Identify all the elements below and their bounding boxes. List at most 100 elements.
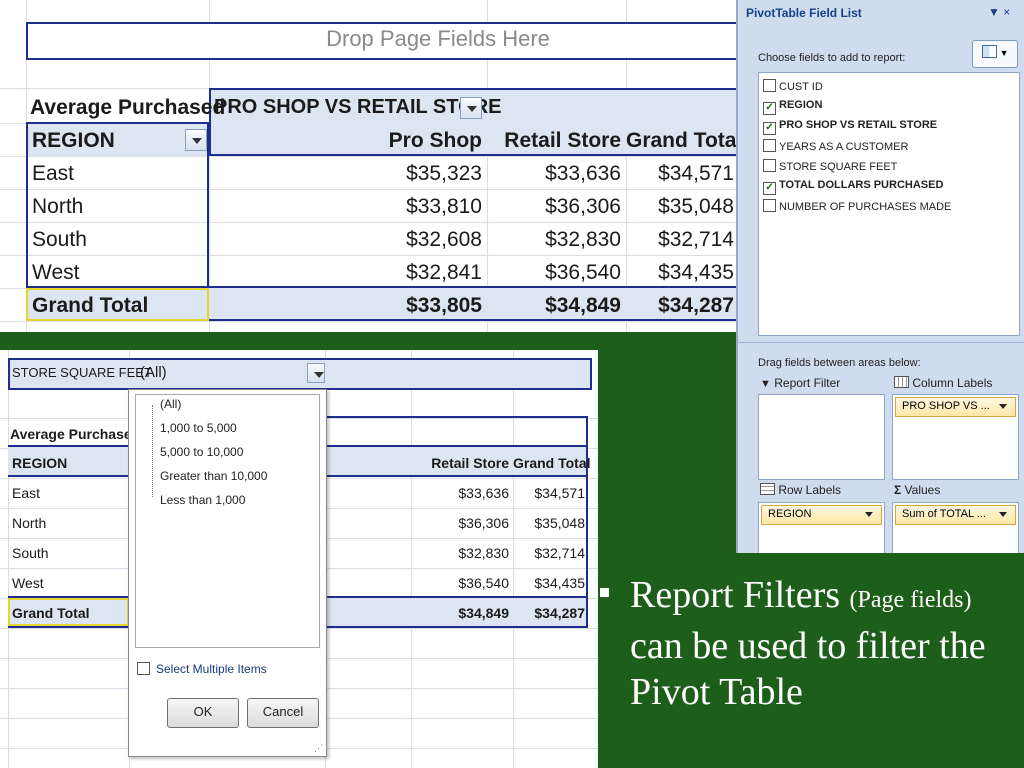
cell: $35,323 [406,162,482,185]
column-header-retail-store: Retail Store [504,129,621,152]
table-icon [760,483,775,495]
cell: $34,849 [458,605,509,621]
drop-page-fields-zone[interactable]: Drop Page Fields Here [26,22,740,60]
row-label: North [32,195,84,218]
filter-option-all[interactable]: (All) [160,397,181,411]
row-label: Grand Total [32,294,149,317]
cell: $32,830 [545,228,621,251]
cell: $32,714 [658,228,734,251]
resize-grip-icon[interactable]: ⋰ [314,743,323,754]
field-item-years-as-customer[interactable]: YEARS AS A CUSTOMER [763,139,908,153]
checkbox[interactable] [763,199,776,212]
checkbox[interactable] [763,139,776,152]
checkbox[interactable] [763,79,776,92]
filter-options-list: (All) 1,000 to 5,000 5,000 to 10,000 Gre… [135,394,320,648]
row-label: East [32,162,75,185]
cell: $33,810 [406,195,482,218]
filter-field-label: STORE SQUARE FEET [12,365,152,380]
bullet-text: Report Filters (Page fields) can be used… [630,574,986,713]
field-label: NUMBER OF PURCHASES MADE [779,201,952,213]
checkbox-checked[interactable]: ✓ [763,182,776,195]
field-item-region[interactable]: ✓ REGION [763,99,822,115]
data-field-label: Average Purchased [10,426,141,442]
cell: $36,540 [545,261,621,284]
column-labels-area-label: Column Labels [894,376,992,390]
values-field-pill[interactable]: Sum of TOTAL ... [895,505,1016,525]
ok-button[interactable]: OK [167,698,239,728]
cell: $34,571 [534,485,585,501]
field-label: STORE SQUARE FEET [779,161,898,173]
row-label: South [32,228,87,251]
layout-icon [981,45,997,58]
report-filter-drop-area[interactable] [758,394,885,480]
cell: $34,287 [534,605,585,621]
column-header-grand-total: Grand Total [626,129,740,152]
column-labels-drop-area[interactable]: PRO SHOP VS ... [892,394,1019,480]
chevron-down-icon: ▼ [999,48,1009,58]
row-label: South [12,545,49,561]
pivot-table-bottom: STORE SQUARE FEET (All) Average Purchase… [0,350,598,768]
cell: $32,714 [534,545,585,561]
layout-options-button[interactable]: ▼ [972,40,1018,68]
field-label: TOTAL DOLLARS PURCHASED [779,179,944,191]
field-list-window-controls[interactable]: ▼ × [988,5,1010,19]
cell: $34,435 [534,575,585,591]
pivot-field-list-pane: PivotTable Field List ▼ × Choose fields … [736,0,1024,553]
drag-fields-label: Drag fields between areas below: [758,357,921,369]
column-header-retail-store: Retail Store [431,455,509,471]
cell: $36,540 [458,575,509,591]
filter-dropdown-panel: (All) 1,000 to 5,000 5,000 to 10,000 Gre… [128,389,327,757]
row-label: West [32,261,80,284]
checkbox[interactable] [137,662,150,675]
column-filter-dropdown-button[interactable] [460,97,482,119]
field-label: YEARS AS A CUSTOMER [779,141,909,153]
cell: $35,048 [534,515,585,531]
checkbox[interactable] [763,159,776,172]
row-labels-drop-area[interactable]: REGION [758,502,885,553]
cell: $32,830 [458,545,509,561]
row-field-label: REGION [32,129,115,152]
row-labels-area-label: Row Labels [760,483,841,497]
values-drop-area[interactable]: Sum of TOTAL ... [892,502,1019,553]
field-list-title: PivotTable Field List [746,6,862,20]
field-item-pro-shop-vs-retail[interactable]: ✓ PRO SHOP VS RETAIL STORE [763,119,937,135]
filter-option-5000-10000[interactable]: 5,000 to 10,000 [160,445,243,459]
column-header-pro-shop: Pro Shop [388,129,482,152]
filter-icon: ▼ [760,378,771,390]
values-area-label: Σ Values [894,483,941,497]
cell: $34,435 [658,261,734,284]
row-field-pill[interactable]: REGION [761,505,882,525]
cell: $35,048 [658,195,734,218]
select-multiple-items-option[interactable]: Select Multiple Items [137,662,267,676]
field-label: CUST ID [779,81,823,93]
filter-option-greater-10000[interactable]: Greater than 10,000 [160,469,267,483]
field-item-total-dollars[interactable]: ✓ TOTAL DOLLARS PURCHASED [763,179,943,195]
field-item-number-of-purchases[interactable]: NUMBER OF PURCHASES MADE [763,199,951,213]
filter-option-1000-5000[interactable]: 1,000 to 5,000 [160,421,237,435]
field-item-store-square-feet[interactable]: STORE SQUARE FEET [763,159,897,173]
cancel-button[interactable]: Cancel [247,698,319,728]
cell: $33,636 [545,162,621,185]
column-field-pill[interactable]: PRO SHOP VS ... [895,397,1016,417]
cell: $34,287 [658,294,734,317]
cell: $36,306 [458,515,509,531]
column-field-label: PRO SHOP VS RETAIL STORE [214,96,502,118]
row-label: East [12,485,41,501]
filter-option-less-1000[interactable]: Less than 1,000 [160,493,245,507]
cell: $33,636 [458,485,509,501]
bullet-marker [600,588,609,597]
pivot-table-top: Drop Page Fields Here Average Purchased … [0,0,740,332]
cell: $33,805 [406,294,482,317]
cell: $36,306 [545,195,621,218]
row-field-label: REGION [12,455,68,471]
field-label: PRO SHOP VS RETAIL STORE [779,119,938,131]
column-header-grand-total: Grand Total [513,455,591,471]
cell: $32,841 [406,261,482,284]
cell: $34,849 [545,294,621,317]
row-filter-dropdown-button[interactable] [185,129,207,151]
checkbox-checked[interactable]: ✓ [763,102,776,115]
field-item-cust-id[interactable]: CUST ID [763,79,823,93]
cell: $32,608 [406,228,482,251]
checkbox-checked[interactable]: ✓ [763,122,776,135]
filter-dropdown-button[interactable] [307,363,325,383]
